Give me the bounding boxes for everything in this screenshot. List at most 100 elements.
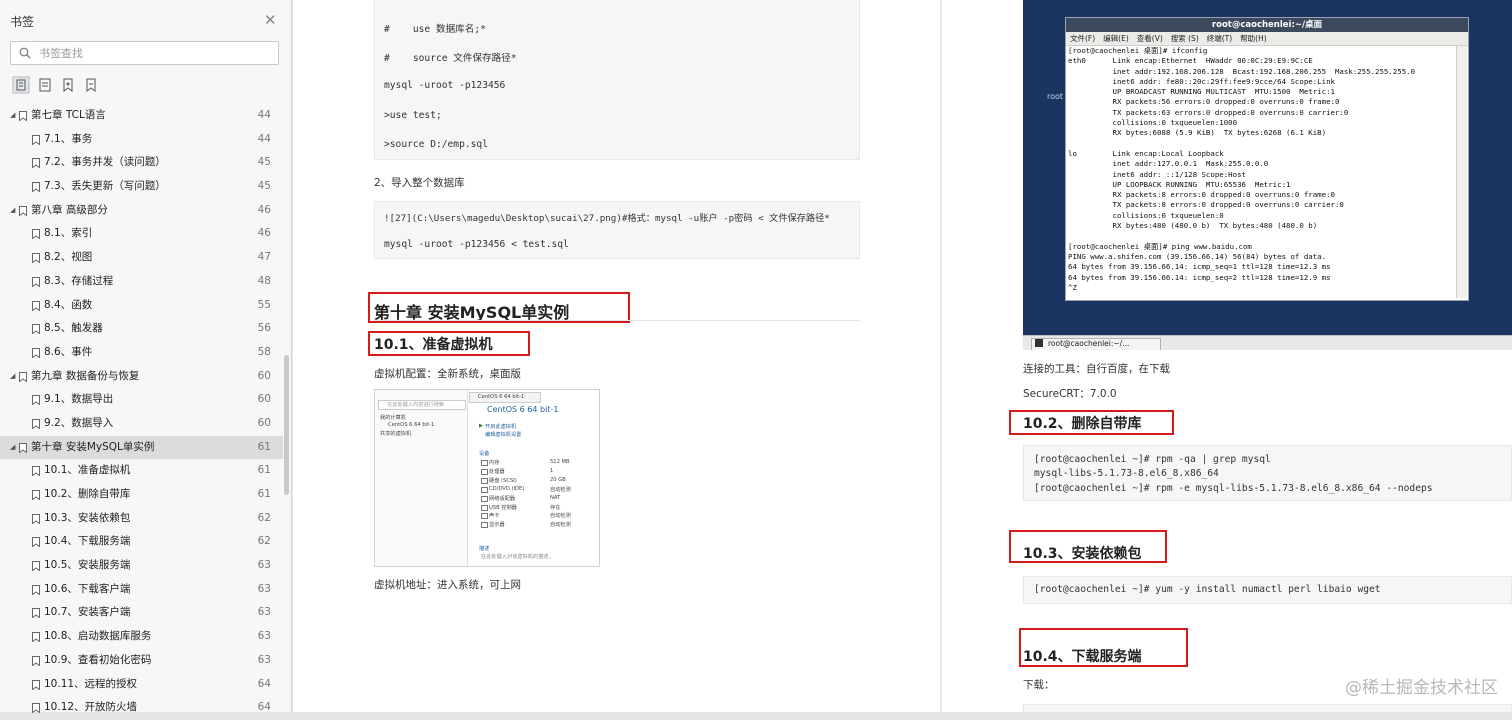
document-page-left: # use 数据库名;* # source 文件保存路径* mysql -uro… (293, 0, 940, 712)
desktop-taskbar: root@caochenlei:~/... (1023, 335, 1512, 350)
bookmark-item[interactable]: 7.3、丢失更新（写问题） 45 (0, 175, 283, 199)
expand-arrow-icon[interactable]: ◢ (10, 436, 15, 460)
bookmark-label: 10.6、下载客户端 (44, 582, 131, 595)
bookmark-page-number: 46 (257, 203, 271, 216)
terminal-line: inet addr:127.0.0.1 Mask:255.0.0.0 (1068, 159, 1269, 169)
terminal-line: [root@caochenlei 桌面]# ping www.baidu.com (1068, 241, 1252, 251)
bookmark-chapter[interactable]: ◢ 第八章 高级部分 46 (0, 199, 283, 223)
bookmark-page-number: 60 (257, 416, 271, 429)
bookmark-label: 8.5、触发器 (44, 322, 103, 335)
bookmark-chapter[interactable]: ◢ 第七章 TCL语言 44 (0, 104, 283, 128)
terminal-line: RX bytes:480 (480.0 b) TX bytes:480 (480… (1068, 221, 1318, 231)
bookmark-item[interactable]: 10.12、开放防火墙 64 (0, 696, 283, 720)
bookmark-label: 10.1、准备虚拟机 (44, 464, 131, 477)
bookmark-search-input[interactable] (39, 45, 269, 61)
code-block-install-deps: [root@caochenlei ~]# yum -y install numa… (1023, 576, 1512, 604)
bookmark-label: 8.4、函数 (44, 298, 93, 311)
bookmark-icon (19, 205, 27, 216)
terminal-line: RX bytes:6088 (5.9 KiB) TX bytes:6268 (6… (1068, 128, 1327, 138)
bookmark-item[interactable]: 8.1、索引 46 (0, 222, 283, 246)
bookmark-item[interactable]: 10.11、远程的授权 64 (0, 673, 283, 697)
bookmark-item[interactable]: 10.9、查看初始化密码 63 (0, 649, 283, 673)
close-icon[interactable]: ✕ (264, 12, 277, 28)
terminal-screenshot: root root@caochenlei:~/桌面 文件(F) 编辑(E) 查看(V… (1023, 0, 1512, 350)
bookmark-icon (32, 229, 40, 240)
bookmark-page-number: 61 (257, 440, 271, 453)
device-icon (481, 522, 488, 529)
bookmark-icon (19, 442, 27, 453)
bookmark-icon (32, 584, 40, 595)
code-line: [root@caochenlei ~]# yum -y install numa… (1034, 584, 1381, 595)
bookmark-item[interactable]: 10.8、启动数据库服务 63 (0, 625, 283, 649)
bookmark-icon (32, 513, 40, 524)
terminal-icon (1035, 339, 1043, 347)
vm-config-text: 虚拟机配置：全新系统，桌面版 (374, 368, 521, 380)
bookmark-panel: 书签 ✕ ◢ 第七章 TCL语言 44 7.1、事务 44 7.2、事务并发（读问题） 45… (0, 0, 292, 714)
bookmark-item[interactable]: 10.2、删除自带库 61 (0, 483, 283, 507)
bookmark-item[interactable]: 10.5、安装服务端 63 (0, 554, 283, 578)
bookmark-item[interactable]: 8.4、函数 55 (0, 294, 283, 318)
bookmark-item[interactable]: 9.1、数据导出 60 (0, 388, 283, 412)
expand-arrow-icon[interactable]: ◢ (10, 199, 15, 223)
bookmark-chapter[interactable]: ◢ 第十章 安装MySQL单实例 61 (0, 435, 283, 460)
bookmark-item[interactable]: 10.1、准备虚拟机 61 (0, 459, 283, 483)
collapse-all-icon[interactable] (36, 76, 54, 94)
bookmark-icon (32, 182, 40, 193)
expand-all-icon[interactable] (12, 76, 30, 94)
bookmark-item[interactable]: 10.3、安装依赖包 62 (0, 507, 283, 531)
bookmark-search-box[interactable] (10, 41, 279, 65)
bookmark-page-number: 44 (257, 132, 271, 145)
bookmark-icon (32, 276, 40, 287)
bookmark-item[interactable]: 8.5、触发器 56 (0, 317, 283, 341)
bookmark-item[interactable]: 8.2、视图 47 (0, 246, 283, 270)
bookmark-label: 第七章 TCL语言 (31, 109, 106, 121)
bookmark-label: 第九章 数据备份与恢复 (31, 369, 140, 382)
watermark: @稀土掘金技术社区 (1345, 678, 1498, 698)
expand-arrow-icon[interactable]: ◢ (10, 365, 15, 389)
add-bookmark-icon[interactable] (59, 76, 77, 94)
bookmark-icon (32, 537, 40, 548)
bookmark-label: 10.2、删除自带库 (44, 488, 131, 500)
code-line: # use 数据库名;* (384, 24, 486, 35)
bookmark-label: 10.5、安装服务端 (44, 559, 131, 572)
taskbar-item-label: root@caochenlei:~/... (1048, 339, 1130, 348)
bookmark-chapter[interactable]: ◢ 第九章 数据备份与恢复 60 (0, 365, 283, 389)
bookmark-page-number: 64 (257, 701, 271, 714)
terminal-line: ^Z (1068, 282, 1077, 292)
device-name: 声卡 (489, 513, 500, 520)
bookmark-page-number: 61 (257, 464, 271, 477)
terminal-title: root@caochenlei:~/桌面 (1066, 18, 1468, 32)
bookmark-label: 10.7、安装客户端 (44, 606, 131, 619)
terminal-menu-item: 帮助(H) (1240, 34, 1267, 43)
bookmark-item[interactable]: 9.2、数据导入 60 (0, 412, 283, 436)
code-block-import-db: ![27](C:\Users\magedu\Desktop\sucai\27.p… (374, 201, 860, 259)
bookmark-item[interactable]: 10.7、安装客户端 63 (0, 601, 283, 625)
bookmark-label: 7.1、事务 (44, 132, 93, 145)
step-text: 2、导入整个数据库 (374, 177, 465, 189)
bookmark-page-number: 56 (257, 322, 271, 335)
expand-arrow-icon[interactable]: ◢ (10, 104, 15, 128)
code-line: [root@caochenlei ~]# rpm -e mysql-libs-5… (1034, 483, 1433, 494)
bookmark-label: 8.6、事件 (44, 345, 93, 358)
bookmark-item[interactable]: 10.6、下载客户端 63 (0, 578, 283, 602)
terminal-output: [root@caochenlei 桌面]# ifconfig eth0 Link … (1068, 46, 1452, 293)
code-block-download (1023, 704, 1512, 712)
terminal-line: RX packets:56 errors:0 dropped:0 overrun… (1068, 97, 1340, 107)
bookmark-icon (32, 632, 40, 643)
device-value: 自动检测 (550, 522, 571, 529)
bookmark-item[interactable]: 7.1、事务 44 (0, 128, 283, 152)
bookmark-item[interactable]: 8.6、事件 58 (0, 341, 283, 365)
delete-bookmark-icon[interactable] (82, 76, 100, 94)
bookmark-page-number: 45 (257, 180, 271, 193)
bookmark-page-number: 63 (257, 606, 271, 619)
bookmark-page-number: 46 (257, 227, 271, 240)
bookmark-item[interactable]: 8.3、存储过程 48 (0, 270, 283, 294)
terminal-menu-item: 终端(T) (1206, 34, 1233, 43)
bookmark-item[interactable]: 10.4、下载服务端 62 (0, 530, 283, 554)
sidebar-scrollbar[interactable] (284, 355, 289, 495)
terminal-menu-item: 查看(V) (1136, 34, 1163, 43)
device-icon (481, 486, 488, 493)
bookmark-item[interactable]: 7.2、事务并发（读问题） 45 (0, 151, 283, 175)
